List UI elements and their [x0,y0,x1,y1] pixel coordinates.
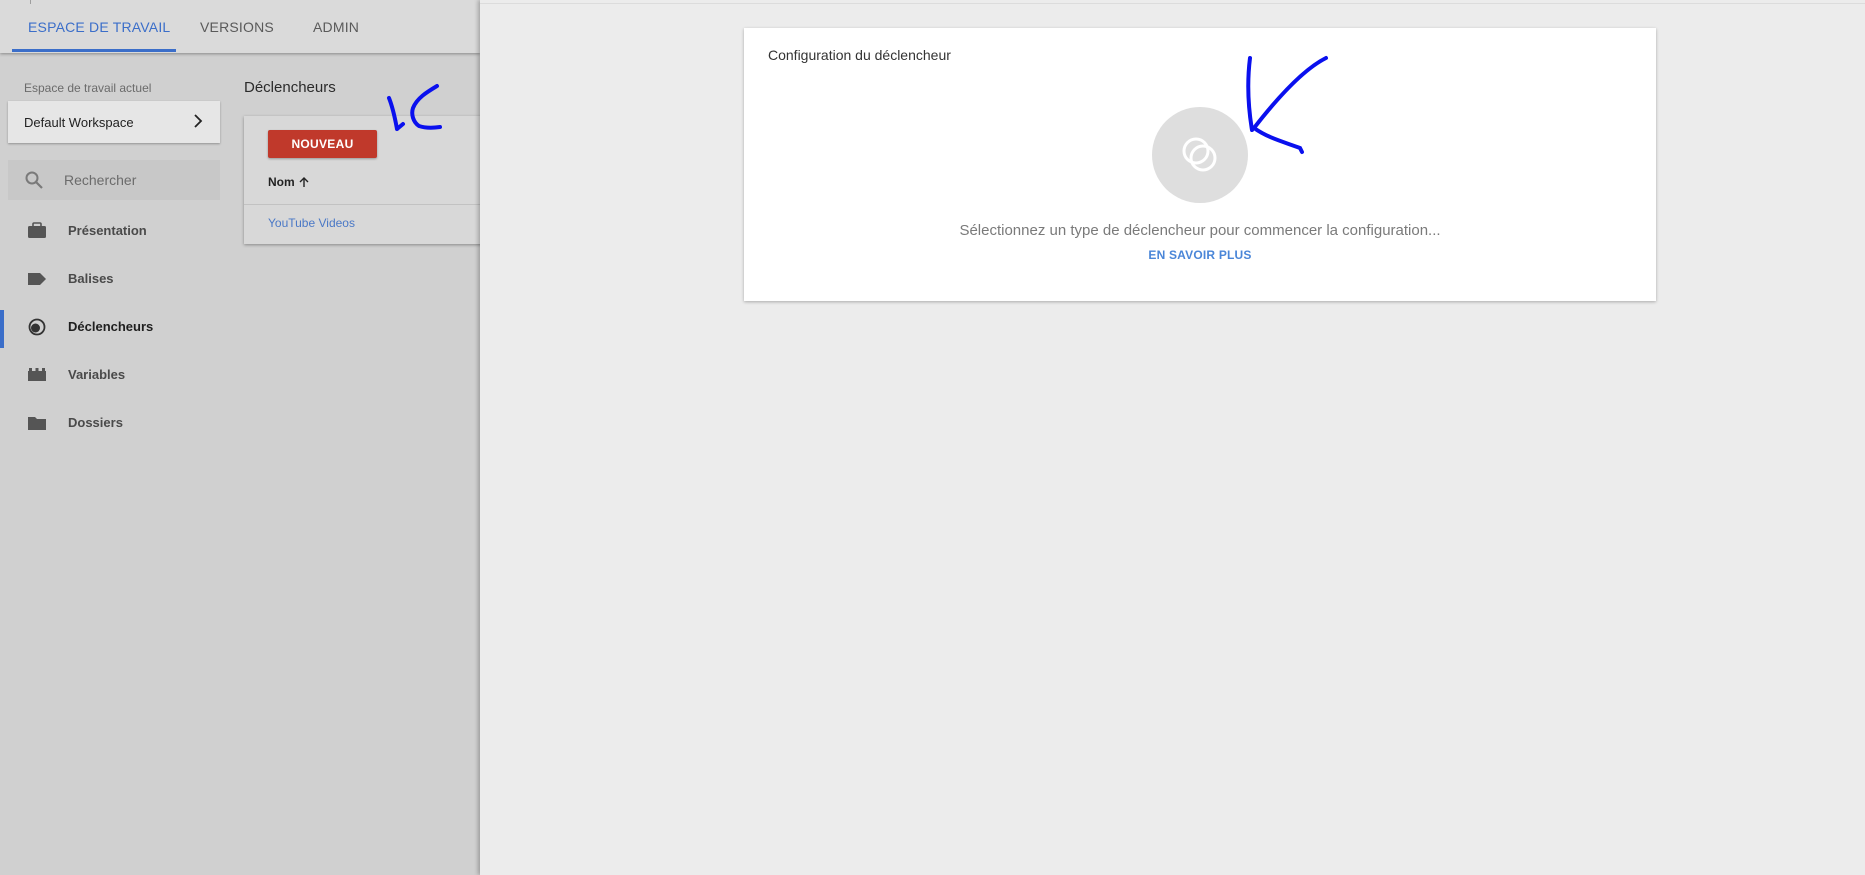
trigger-config-panel: Configuration du déclencheur Sélectionne… [480,0,1865,875]
trigger-configuration-card: Configuration du déclencheur Sélectionne… [744,28,1656,301]
trigger-type-icon [1182,137,1217,172]
current-workspace-label: Espace de travail actuel [24,81,152,95]
trigger-icon [28,318,46,336]
folder-icon [28,417,46,430]
sidebar-item-folders[interactable]: Dossiers [0,403,230,443]
sidebar-item-label: Balises [68,271,114,286]
annotation-arrow [1246,56,1328,154]
workspace-background: ESPACE DE TRAVAIL VERSIONS ADMIN Espace … [0,0,480,875]
divider [480,3,1865,4]
list-title: Déclencheurs [244,79,336,96]
chevron-right-icon [194,114,203,128]
column-header-name[interactable]: Nom [268,175,310,189]
sort-ascending-icon [299,177,309,187]
learn-more-link[interactable]: EN SAVOIR PLUS [744,248,1656,262]
sidebar-item-label: Déclencheurs [68,319,154,334]
new-trigger-button[interactable]: NOUVEAU [268,130,377,158]
trigger-row-link[interactable]: YouTube Videos [268,216,355,230]
tab-workspace[interactable]: ESPACE DE TRAVAIL [28,19,170,35]
search-icon [25,171,43,189]
briefcase-icon [28,222,46,238]
annotation-arrow [387,84,442,131]
tag-icon [28,273,46,285]
tab-versions[interactable]: VERSIONS [200,19,274,35]
triggers-list-card: NOUVEAU Nom YouTube Videos [244,116,480,244]
card-title: Configuration du déclencheur [768,47,951,63]
hint-text: Sélectionnez un type de déclencheur pour… [959,222,1441,239]
nav-divider [30,0,31,4]
variables-icon [28,368,46,381]
sidebar-item-label: Présentation [68,223,147,238]
workspace-name: Default Workspace [24,115,134,130]
choose-trigger-type-button[interactable] [1152,107,1248,203]
sidebar-item-label: Dossiers [68,415,123,430]
top-navigation: ESPACE DE TRAVAIL VERSIONS ADMIN [0,0,480,53]
column-header-label: Nom [268,175,295,189]
sidebar-item-label: Variables [68,367,126,382]
divider [244,204,480,205]
sidebar-item-tags[interactable]: Balises [0,259,230,299]
search-input[interactable]: Rechercher [8,160,220,200]
sidebar-item-triggers[interactable]: Déclencheurs [0,307,230,347]
active-tab-indicator [12,49,176,52]
tab-admin[interactable]: ADMIN [313,19,359,35]
workspace-selector[interactable]: Default Workspace [8,101,220,143]
search-placeholder: Rechercher [64,172,137,188]
sidebar-item-presentation[interactable]: Présentation [0,211,230,251]
sidebar-item-variables[interactable]: Variables [0,355,230,395]
